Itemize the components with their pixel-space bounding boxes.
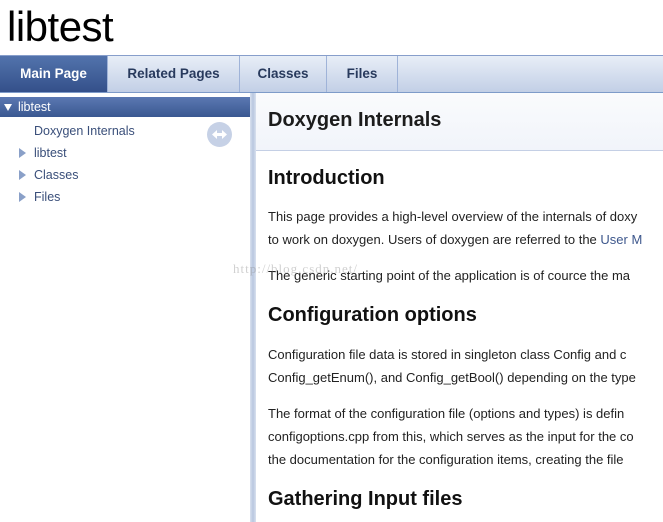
tab-related-pages[interactable]: Related Pages [108,56,240,92]
main-nav-tabs: Main Page Related Pages Classes Files [0,56,663,93]
collapsed-arrow-icon[interactable] [19,148,26,158]
title-area: libtest [0,0,663,56]
nav-root-label: libtest [18,100,51,114]
section-heading-gathering-input-files: Gathering Input files [268,488,463,510]
doc-content: Doxygen Internals Introduction This page… [256,93,663,522]
nav-item-label: Classes [34,168,79,182]
nav-tree-root[interactable]: libtest [0,97,250,117]
nav-item-label: Files [34,190,61,204]
nav-item-files[interactable]: Files [0,187,250,207]
paragraph-line: Configuration file data is stored in sin… [268,347,627,362]
paragraph-text: to work on doxygen. Users of doxygen are… [268,232,601,247]
collapsed-arrow-icon[interactable] [19,192,26,202]
paragraph-line: Config_getEnum(), and Config_getBool() d… [268,370,636,385]
project-name: libtest [7,3,114,50]
page-title: Doxygen Internals [268,109,442,131]
nav-item-libtest[interactable]: libtest [0,143,250,163]
section-heading-introduction: Introduction [268,167,385,189]
tab-classes[interactable]: Classes [240,56,327,92]
collapsed-arrow-icon[interactable] [19,170,26,180]
watermark: http://blog.csdn.net/ [233,261,358,276]
expanded-arrow-icon[interactable] [4,104,12,111]
nav-item-classes[interactable]: Classes [0,165,250,185]
paragraph-line: configoptions.cpp from this, which serve… [268,429,634,444]
tab-main-page[interactable]: Main Page [0,56,108,92]
nav-item-label: libtest [34,146,67,160]
tab-label: Classes [257,66,309,81]
paragraph-line: to work on doxygen. Users of doxygen are… [268,228,642,251]
paragraph-line: The format of the configuration file (op… [268,406,625,421]
section-heading-configuration-options: Configuration options [268,304,477,326]
tab-label: Main Page [20,66,87,81]
paragraph-line: This page provides a high-level overview… [268,209,638,224]
page-header: Doxygen Internals [256,93,663,151]
tab-label: Files [346,66,378,81]
user-manual-link[interactable]: User M [600,232,642,247]
tab-label: Related Pages [127,66,220,81]
tab-files[interactable]: Files [327,56,398,92]
nav-item-label: Doxygen Internals [34,124,135,138]
paragraph-line: the documentation for the configuration … [268,452,624,467]
nav-tree: libtest Doxygen Internals libtest Classe… [0,93,250,522]
